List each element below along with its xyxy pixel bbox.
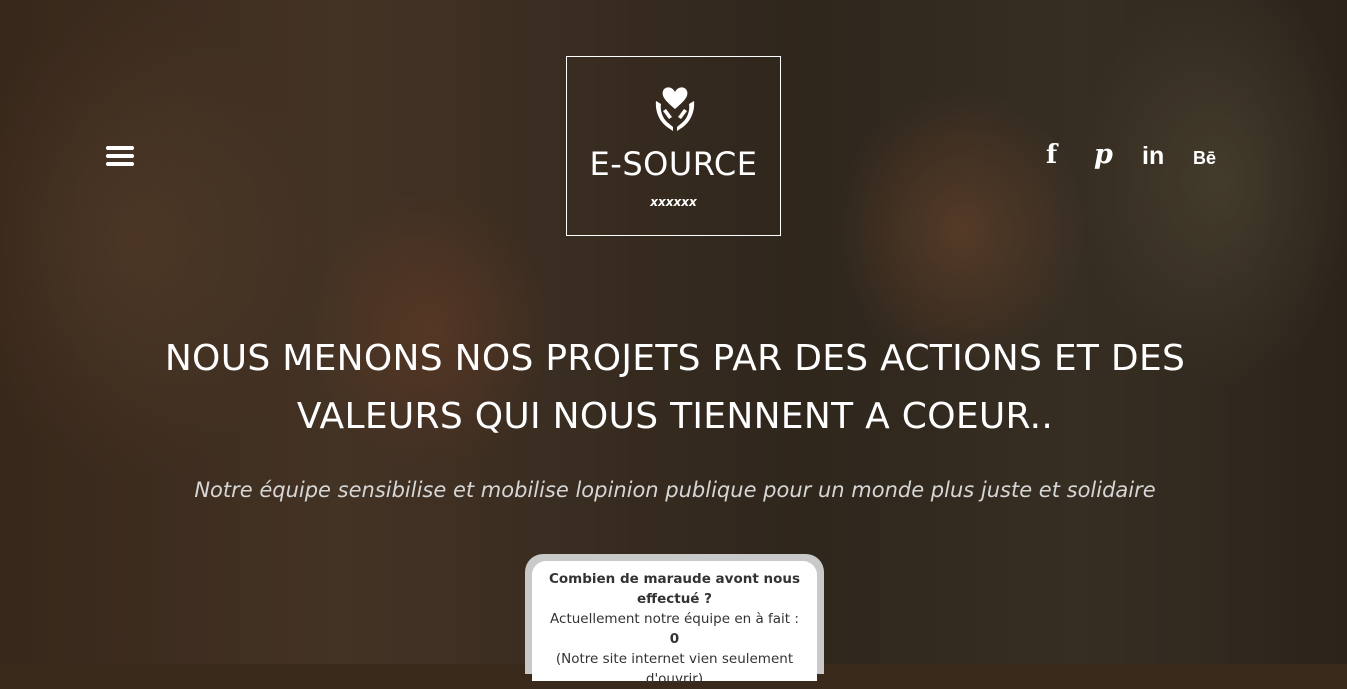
heart-hands-icon: [655, 87, 695, 131]
logo-subtitle: xxxxxx: [650, 195, 697, 209]
menu-bar: [106, 162, 134, 166]
linkedin-icon[interactable]: in: [1142, 142, 1164, 171]
pinterest-icon[interactable]: p: [1094, 139, 1113, 170]
hamburger-menu-icon[interactable]: [106, 146, 134, 166]
counter-note: (Notre site internet vien seulement d'ou…: [555, 651, 794, 687]
counter-prefix: Actuellement notre équipe en à fait :: [550, 611, 799, 627]
hero-headline: NOUS MENONS NOS PROJETS PAR DES ACTIONS …: [164, 338, 1186, 437]
hero-subheadline: Notre équipe sensibilise et mobilise lop…: [194, 478, 1156, 502]
counter-question: Combien de maraude avont nous effectué ?: [548, 571, 801, 607]
counter-value: 0: [669, 631, 680, 647]
logo-title: E-SOURCE: [589, 145, 758, 183]
facebook-icon[interactable]: f: [1046, 140, 1057, 170]
menu-bar: [106, 154, 134, 158]
behance-icon[interactable]: Bē: [1193, 148, 1216, 169]
menu-bar: [106, 146, 134, 150]
site-logo[interactable]: E-SOURCE xxxxxx: [566, 56, 781, 236]
maraude-counter-card: Combien de maraude avont nous effectué ?…: [525, 554, 824, 687]
counter-card-body: Combien de maraude avont nous effectué ?…: [532, 561, 817, 687]
counter-line: Actuellement notre équipe en à fait : 0: [546, 609, 803, 649]
